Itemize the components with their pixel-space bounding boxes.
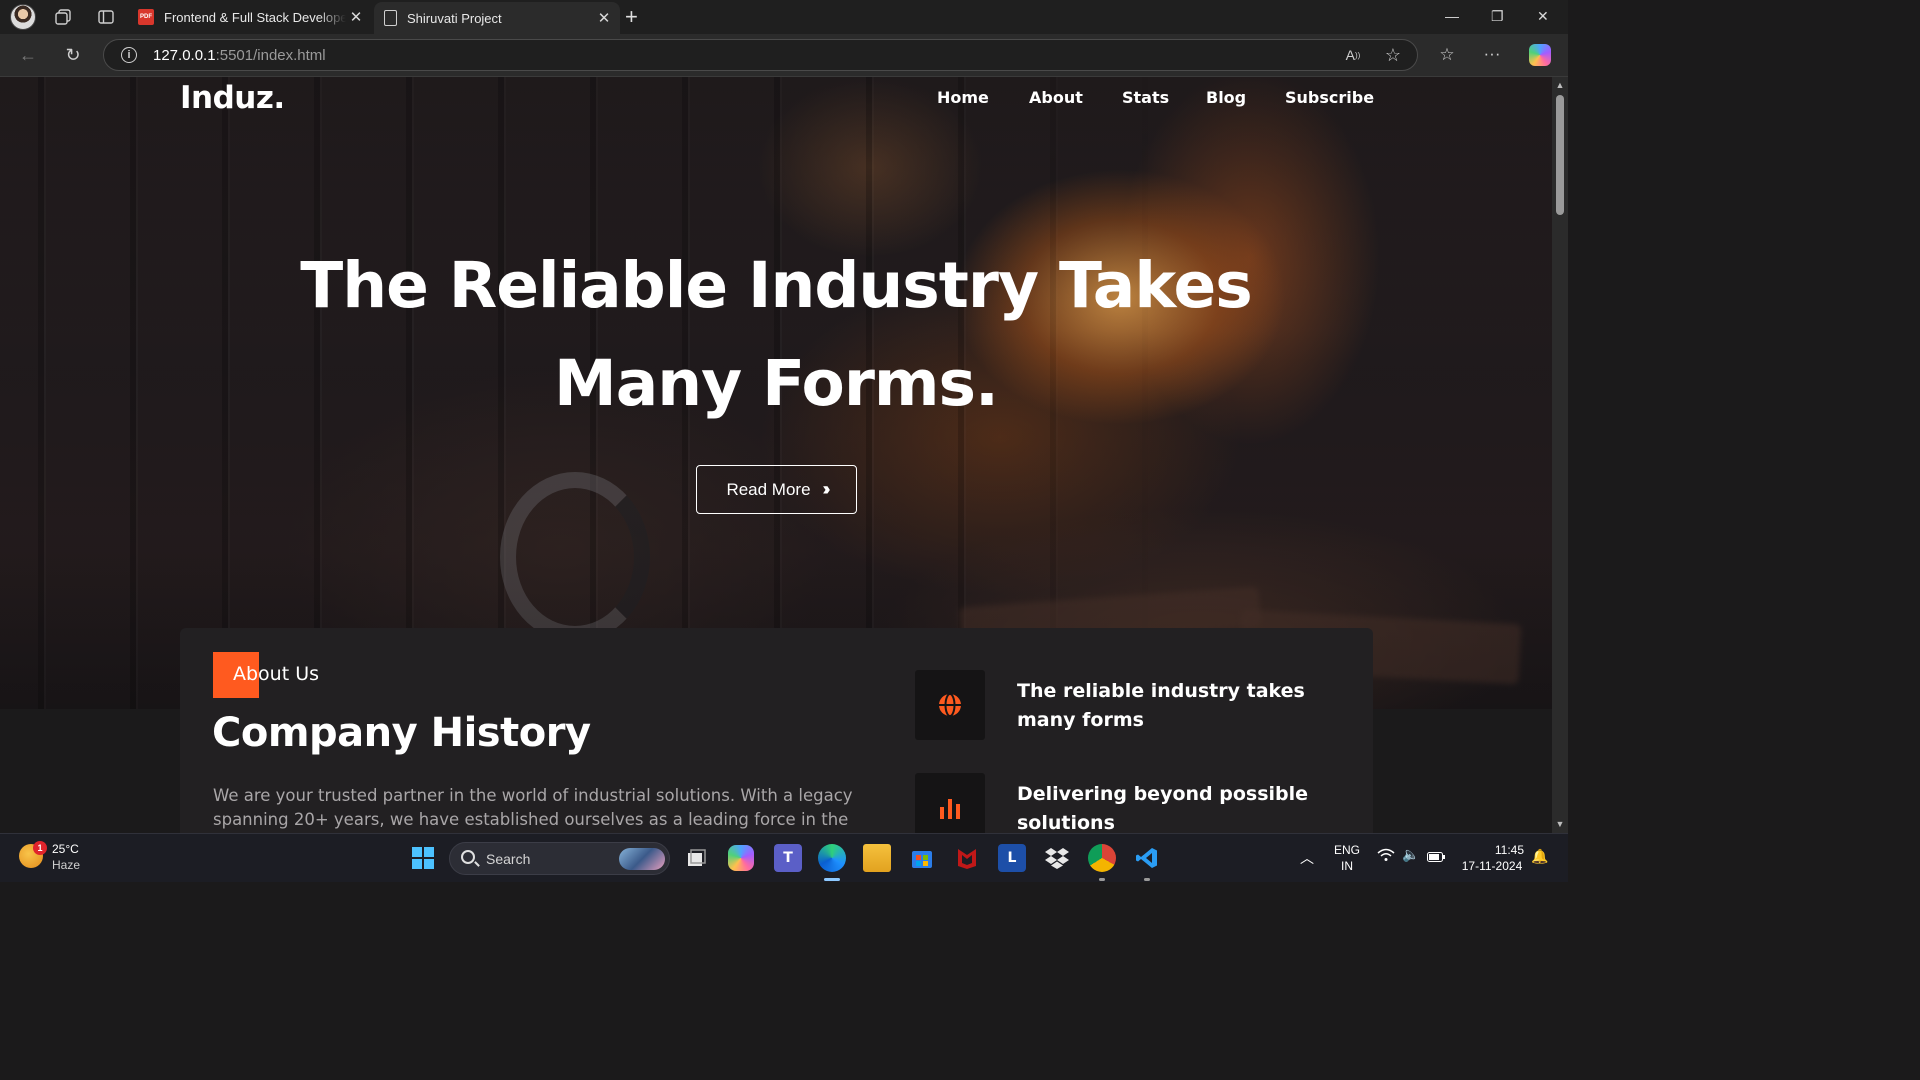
feature-icon-box (915, 773, 985, 833)
wifi-icon[interactable] (1377, 848, 1395, 865)
about-tag: About Us (233, 663, 320, 685)
nav-subscribe[interactable]: Subscribe (1285, 88, 1374, 107)
double-chevron-right-icon: ›› (822, 479, 831, 499)
favorite-star-icon[interactable]: ☆ (1384, 45, 1402, 65)
windows-start-icon[interactable] (409, 844, 437, 872)
bar-chart-icon (940, 799, 960, 819)
file-explorer-icon[interactable] (863, 844, 891, 872)
nav-blog[interactable]: Blog (1206, 88, 1246, 107)
weather-temperature: 25°C (52, 842, 79, 856)
site-info-icon[interactable]: i (121, 47, 137, 63)
weather-notification-badge: 1 (33, 841, 47, 855)
notification-bell-icon[interactable]: 🔔 (1531, 848, 1548, 865)
nav-stats[interactable]: Stats (1122, 88, 1169, 107)
browser-tab-bar: PDF Frontend & Full Stack Developer I ✕ … (0, 0, 1568, 34)
tab-title: Frontend & Full Stack Developer I (164, 9, 346, 25)
taskbar-search-box[interactable]: Search (449, 842, 670, 875)
hero-title-line-2: Many Forms. (554, 347, 999, 420)
hero-title-line-1: The Reliable Industry Takes (300, 249, 1253, 322)
page-scrollbar[interactable]: ▲ ▼ (1552, 77, 1568, 833)
site-logo[interactable]: Induz. (180, 80, 285, 116)
nav-about[interactable]: About (1029, 88, 1083, 107)
hero-section: Induz. Home About Stats Blog Subscribe T… (0, 77, 1552, 709)
region-code: IN (1341, 859, 1353, 873)
dropbox-icon[interactable] (1043, 844, 1071, 872)
favorites-icon[interactable]: ☆ (1438, 45, 1456, 64)
vscode-running-indicator (1144, 878, 1150, 881)
clock-time: 11:45 (1494, 843, 1524, 857)
l-app-icon[interactable]: L (998, 844, 1026, 872)
close-tab-icon[interactable]: ✕ (594, 9, 614, 27)
page-viewport: Induz. Home About Stats Blog Subscribe T… (0, 77, 1552, 833)
task-view-icon[interactable] (682, 844, 710, 872)
new-tab-button[interactable]: + (625, 6, 638, 28)
close-window-button[interactable]: ✕ (1537, 8, 1549, 25)
language-indicator[interactable]: ENG IN (1334, 842, 1360, 874)
about-heading: Company History (212, 710, 591, 756)
clock-date: 17-11-2024 (1461, 859, 1523, 873)
profile-avatar[interactable] (10, 4, 36, 30)
url-text[interactable]: 127.0.0.1:5501/index.html (153, 47, 326, 64)
tray-overflow-chevron-icon[interactable]: ︿ (1300, 848, 1314, 868)
copilot-icon[interactable] (1529, 44, 1551, 66)
search-highlight-image (619, 848, 665, 870)
about-section: About Us Company History We are your tru… (180, 628, 1373, 833)
edge-active-indicator (824, 878, 840, 881)
read-aloud-icon[interactable]: A)) (1344, 46, 1362, 64)
globe-icon (939, 693, 961, 717)
clock[interactable]: 11:45 17-11-2024 (1458, 842, 1526, 874)
edge-icon[interactable] (818, 844, 846, 872)
tab-frontend-developer[interactable]: PDF Frontend & Full Stack Developer I ✕ (130, 0, 372, 34)
mcafee-icon[interactable] (953, 844, 981, 872)
pdf-icon: PDF (138, 9, 154, 25)
read-more-label: Read More (726, 479, 811, 499)
scroll-up-icon[interactable]: ▲ (1554, 80, 1566, 90)
weather-condition: Haze (52, 858, 81, 872)
refresh-icon[interactable]: ↻ (64, 45, 82, 65)
address-toolbar: ← ↻ i 127.0.0.1:5501/index.html A)) ☆ ☆ … (0, 34, 1568, 77)
nav-home[interactable]: Home (937, 88, 989, 107)
workspaces-icon[interactable] (54, 8, 72, 26)
more-menu-icon[interactable]: ··· (1483, 44, 1501, 63)
about-description: We are your trusted partner in the world… (213, 786, 853, 829)
vscode-icon[interactable] (1133, 844, 1161, 872)
close-tab-icon[interactable]: ✕ (346, 8, 366, 26)
scrollbar-thumb[interactable] (1556, 95, 1564, 215)
search-label: Search (486, 851, 531, 867)
feature-title: Delivering beyond possible solutions (1017, 783, 1309, 833)
back-arrow-icon[interactable]: ← (19, 45, 37, 65)
address-bar[interactable]: i 127.0.0.1:5501/index.html A)) ☆ (103, 39, 1418, 71)
store-icon[interactable] (908, 844, 936, 872)
read-more-button[interactable]: Read More ›› (696, 465, 857, 514)
hero-title: The Reliable Industry Takes Many Forms. (0, 237, 1552, 433)
feature-icon-box (915, 670, 985, 740)
search-icon (461, 850, 475, 864)
tab-shiruvati-project[interactable]: Shiruvati Project ✕ (374, 2, 620, 34)
language-code: ENG (1334, 843, 1361, 857)
battery-icon[interactable] (1427, 851, 1445, 865)
volume-icon[interactable]: 🔈 (1402, 846, 1419, 863)
copilot-icon[interactable] (728, 845, 754, 871)
vertical-tabs-icon[interactable] (97, 8, 115, 26)
chrome-running-indicator (1099, 878, 1105, 881)
windows-taskbar: 1 25°C Haze Search T L ︿ ENG IN 🔈 11:45 … (0, 833, 1568, 882)
minimize-button[interactable]: — (1445, 8, 1459, 24)
feature-title: The reliable industry takes many forms (1017, 680, 1305, 731)
tab-title: Shiruvati Project (407, 10, 502, 26)
chrome-icon[interactable] (1088, 844, 1116, 872)
page-icon (384, 10, 397, 26)
restore-button[interactable]: ❐ (1491, 8, 1504, 25)
teams-icon[interactable]: T (774, 844, 802, 872)
scroll-down-icon[interactable]: ▼ (1554, 819, 1566, 829)
